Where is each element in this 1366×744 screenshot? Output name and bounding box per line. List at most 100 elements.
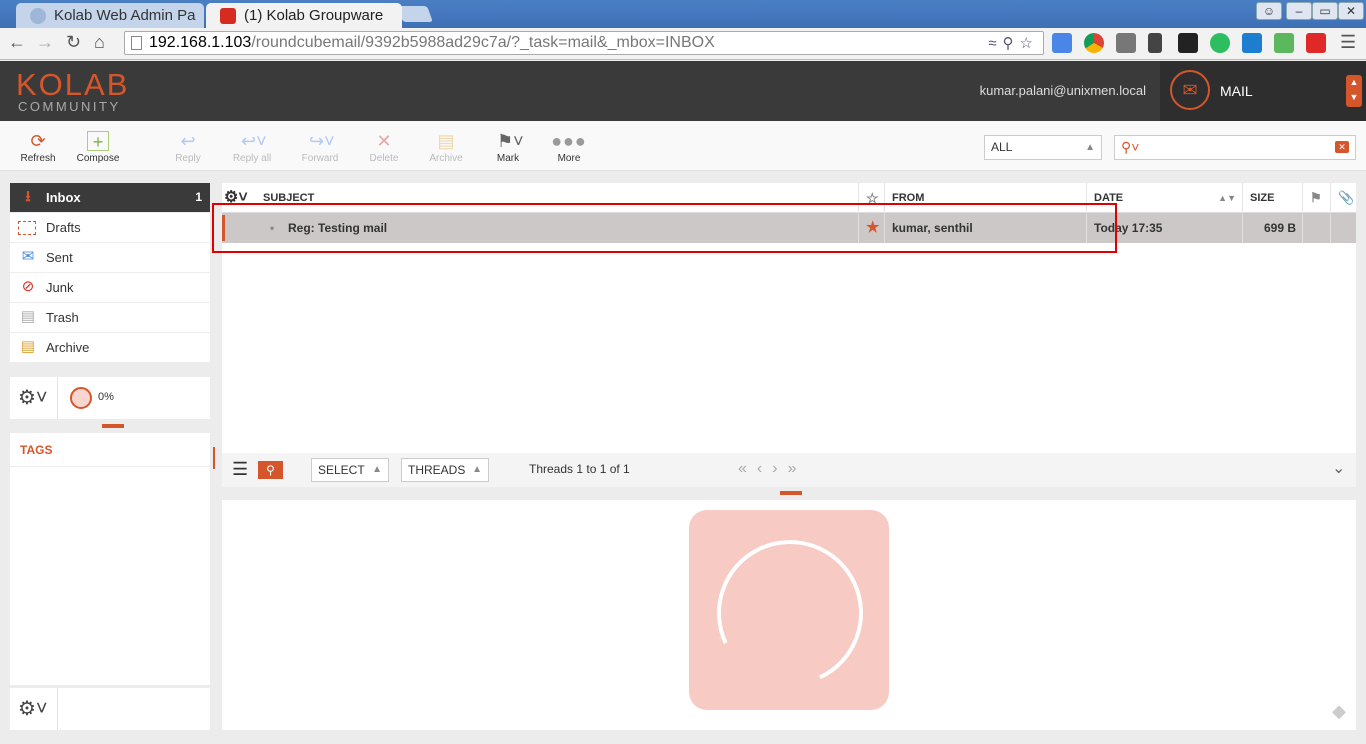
flipboard-extension-icon[interactable] xyxy=(1306,33,1326,53)
layers-extension-icon[interactable] xyxy=(1178,33,1198,53)
refresh-label: Refresh xyxy=(20,153,56,164)
forward-button[interactable]: ↪˅ Forward xyxy=(290,131,350,164)
preview-splitter[interactable] xyxy=(780,491,802,495)
tags-gear-icon[interactable]: ⚙˅ xyxy=(10,688,58,730)
folder-trash[interactable]: ▤ Trash xyxy=(10,303,210,333)
prev-page-icon[interactable]: ‹ xyxy=(757,460,772,477)
search-icon[interactable]: ⚲˅ xyxy=(1121,139,1139,156)
new-tab-button[interactable] xyxy=(397,6,433,22)
menu-icon[interactable]: ☰ xyxy=(1340,32,1356,53)
browser-tab-bar: Kolab Web Admin Pa (1) Kolab Groupware ☺… xyxy=(0,0,1366,28)
delete-button[interactable]: ✕ Delete xyxy=(354,131,414,164)
forward-mail-icon: ↪˅ xyxy=(309,131,335,151)
row-flag-cell[interactable] xyxy=(1302,213,1330,243)
minimize-button[interactable]: – xyxy=(1286,2,1312,20)
junk-icon: ⊘ xyxy=(21,278,35,295)
folder-inbox[interactable]: ⭳ Inbox 1 xyxy=(10,183,210,213)
omnibox-action-icons[interactable]: ≈⚲☆ xyxy=(988,33,1039,55)
mail-nav-item[interactable]: ✉ MAIL ▲ ▼ xyxy=(1160,61,1366,121)
evernote-extension-icon[interactable] xyxy=(1210,33,1230,53)
mark-button[interactable]: ⚑˅ Mark xyxy=(478,131,538,164)
select-dropdown[interactable]: SELECT ▲ xyxy=(311,458,389,482)
folder-drafts[interactable]: Drafts xyxy=(10,213,210,243)
updown-icon: ▲ xyxy=(472,464,482,475)
reply-all-icon: ↩˅ xyxy=(241,131,267,151)
translate-extension-icon[interactable] xyxy=(1052,33,1072,53)
maximize-button[interactable]: ▭ xyxy=(1312,2,1338,20)
globe-icon xyxy=(30,8,46,24)
threads-toggle-icon[interactable]: ⚲ xyxy=(258,461,283,479)
address-bar[interactable]: 192.168.1.103/roundcubemail/9392b5988ad2… xyxy=(124,31,1044,55)
folder-label: Sent xyxy=(46,250,73,265)
folder-archive[interactable]: ▤ Archive xyxy=(10,333,210,363)
profile-icon[interactable]: ☺ xyxy=(1256,2,1282,20)
column-size[interactable]: SIZE xyxy=(1242,183,1302,213)
screen-extension-icon[interactable] xyxy=(1116,33,1136,53)
last-page-icon[interactable]: » xyxy=(788,460,807,477)
search-input[interactable] xyxy=(1145,138,1325,158)
attachment-column-icon[interactable]: 📎 xyxy=(1330,183,1356,213)
inbox-icon: ⭳ xyxy=(25,188,31,205)
page-icon xyxy=(131,36,142,50)
folder-label: Archive xyxy=(46,340,90,355)
sidebar-splitter[interactable] xyxy=(213,447,217,469)
flag-column-icon[interactable]: ⚑ xyxy=(1302,183,1330,213)
collapse-preview-icon[interactable]: ⌄ xyxy=(1332,458,1345,482)
first-page-icon[interactable]: « xyxy=(738,460,757,477)
mark-label: Mark xyxy=(496,153,520,164)
quota-indicator-icon xyxy=(70,387,92,409)
flag-star-icon: ⚑˅ xyxy=(497,131,524,151)
filter-select[interactable]: ALL ▲ xyxy=(984,135,1102,160)
folder-splitter[interactable] xyxy=(102,424,124,428)
tag-icon[interactable]: ◆ xyxy=(1332,701,1346,722)
chrome-extension-icon[interactable] xyxy=(1084,33,1104,53)
reply-all-label: Reply all xyxy=(232,153,272,164)
folder-junk[interactable]: ⊘ Junk xyxy=(10,273,210,303)
delete-icon: ✕ xyxy=(376,131,392,151)
filter-value: ALL xyxy=(991,140,1013,154)
pager-controls[interactable]: «‹›» xyxy=(738,460,806,478)
browser-tab-kolab-groupware[interactable]: (1) Kolab Groupware xyxy=(206,3,402,28)
sent-icon: ✉ xyxy=(21,248,35,265)
reload-icon[interactable]: ↻ xyxy=(66,32,81,53)
refresh-button[interactable]: ⟳ Refresh xyxy=(8,131,68,164)
updown-icon: ▲ xyxy=(372,464,382,475)
threads-dropdown[interactable]: THREADS ▲ xyxy=(401,458,489,482)
list-footer: ☰ ⚲ SELECT ▲ THREADS ▲ Threads 1 to 1 of… xyxy=(222,453,1356,487)
compose-button[interactable]: + Compose xyxy=(68,131,128,164)
browser-tab-kolab-admin[interactable]: Kolab Web Admin Pa xyxy=(16,3,204,28)
refresh-icon: ⟳ xyxy=(30,131,46,151)
preview-pane: ◆ xyxy=(222,500,1356,730)
close-window-button[interactable]: ✕ xyxy=(1338,2,1364,20)
user-email[interactable]: kumar.palani@unixmen.local xyxy=(980,83,1146,98)
archive-folder-icon: ▤ xyxy=(20,338,36,355)
reply-all-button[interactable]: ↩˅ Reply all xyxy=(222,131,282,164)
forward-icon[interactable]: → xyxy=(36,32,54,53)
trash-icon: ▤ xyxy=(20,308,36,325)
nav-scroll-arrows[interactable]: ▲ ▼ xyxy=(1346,75,1362,107)
reply-button[interactable]: ↩ Reply xyxy=(158,131,218,164)
updown-icon: ▲ xyxy=(1085,142,1095,153)
mail-icon: ✉ xyxy=(1170,70,1210,110)
list-menu-icon[interactable]: ☰ xyxy=(232,458,248,482)
home-icon[interactable]: ⌂ xyxy=(94,32,105,53)
download-extension-icon[interactable] xyxy=(1274,33,1294,53)
folder-label: Inbox xyxy=(46,190,81,205)
pen-extension-icon[interactable] xyxy=(1148,33,1162,53)
tags-settings: ⚙˅ xyxy=(10,688,210,730)
back-icon[interactable]: ← xyxy=(8,32,26,53)
folder-label: Drafts xyxy=(46,220,81,235)
compose-label: Compose xyxy=(76,153,120,164)
kolab-favicon-icon xyxy=(220,8,236,24)
folder-label: Junk xyxy=(46,280,74,295)
folder-settings-gear-icon[interactable]: ⚙˅ xyxy=(10,377,58,419)
more-button[interactable]: ●●● More xyxy=(539,131,599,164)
s-extension-icon[interactable] xyxy=(1242,33,1262,53)
archive-button[interactable]: ▤ Archive xyxy=(416,131,476,164)
quota-bar: ⚙˅ 0% xyxy=(10,377,210,419)
folder-sent[interactable]: ✉ Sent xyxy=(10,243,210,273)
next-page-icon[interactable]: › xyxy=(772,460,787,477)
clear-search-icon[interactable]: ✕ xyxy=(1335,141,1349,153)
search-box[interactable]: ⚲˅ ✕ xyxy=(1114,135,1356,160)
mail-nav-label: MAIL xyxy=(1220,83,1253,99)
